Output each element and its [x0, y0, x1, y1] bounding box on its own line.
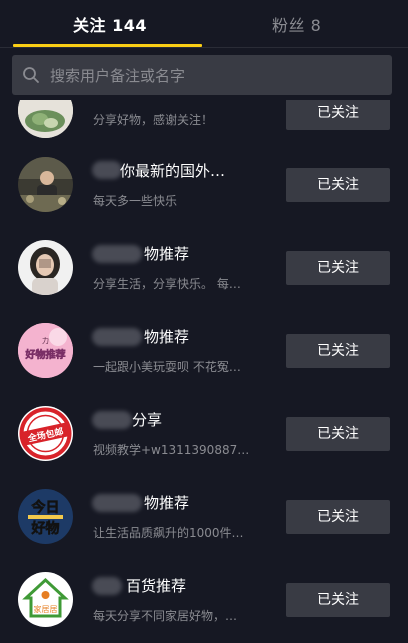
avatar-text: 好物推荐 — [25, 348, 66, 361]
redacted-name-mask — [92, 494, 142, 512]
item-name: 物推荐 — [144, 494, 190, 512]
item-desc: 一起跟小美玩耍呗 不花冤… — [93, 360, 241, 374]
redacted-name-mask — [92, 245, 142, 263]
followed-button[interactable]: 已关注 — [286, 168, 390, 202]
redacted-name-mask — [92, 328, 142, 346]
followed-button[interactable]: 已关注 — [286, 100, 390, 130]
list-item[interactable]: 家居居 百货推荐 每天分享不同家居好物，… 已关注 — [0, 567, 408, 643]
item-desc: 每天分享不同家居好物，… — [93, 609, 238, 623]
followed-button[interactable]: 已关注 — [286, 251, 390, 285]
list-item[interactable]: 今日 好物 物推荐 让生活品质飙升的1000件… 已关注 — [0, 484, 408, 567]
list-item[interactable]: 物推荐 分享生活，分享快乐。 每… 已关注 — [0, 235, 408, 318]
avatar-image: 今日 好物 — [18, 489, 73, 544]
search-placeholder: 搜索用户备注或名字 — [50, 67, 186, 85]
list-item[interactable]: 力 好物推荐 物推荐 一起跟小美玩耍呗 不花冤… 已关注 — [0, 318, 408, 401]
followed-button[interactable]: 已关注 — [286, 500, 390, 534]
item-desc: 分享生活，分享快乐。 每… — [93, 277, 241, 291]
avatar-image — [18, 100, 73, 138]
item-name: 物推荐 — [144, 245, 190, 263]
item-desc: 让生活品质飙升的1000件… — [93, 526, 244, 540]
avatar-text-bottom: 好物 — [31, 520, 60, 537]
following-list[interactable]: 分享好物，感谢关注！ 已关注 你最新的国外… 每天多一些快乐 已关注 物推荐 分… — [0, 100, 408, 643]
item-name: 百货推荐 — [126, 577, 187, 595]
avatar-text-top: 今日 — [31, 499, 60, 516]
search-input[interactable]: 搜索用户备注或名字 — [12, 55, 392, 95]
tab-bar: 关注 144 粉丝 8 — [0, 0, 408, 48]
item-name: 你最新的国外… — [120, 162, 226, 180]
item-name: 分享 — [132, 411, 163, 429]
list-item[interactable]: 全场包邮 分享 视频教学+w1311390887… 已关注 — [0, 401, 408, 484]
avatar-image: 全场包邮 — [18, 406, 73, 461]
item-desc: 视频教学+w1311390887… — [93, 443, 250, 457]
list-item[interactable]: 你最新的国外… 每天多一些快乐 已关注 — [0, 152, 408, 235]
avatar[interactable]: 家居居 — [18, 572, 73, 627]
search-icon — [23, 67, 39, 83]
avatar[interactable] — [18, 240, 73, 295]
item-desc: 每天多一些快乐 — [93, 194, 178, 208]
avatar[interactable]: 全场包邮 — [18, 406, 73, 461]
followed-button[interactable]: 已关注 — [286, 417, 390, 451]
followed-button[interactable]: 已关注 — [286, 583, 390, 617]
redacted-name-mask — [92, 577, 122, 595]
redacted-name-mask — [92, 411, 132, 429]
item-name: 物推荐 — [144, 328, 190, 346]
tab-following[interactable]: 关注 144 — [73, 12, 147, 36]
avatar-image — [18, 240, 73, 295]
avatar[interactable] — [18, 100, 73, 138]
redacted-name-mask — [92, 161, 122, 179]
avatar[interactable]: 力 好物推荐 — [18, 323, 73, 378]
avatar-image: 家居居 — [18, 572, 73, 627]
svg-text:力: 力 — [42, 336, 49, 345]
avatar-image — [18, 157, 73, 212]
tab-divider — [0, 47, 408, 48]
avatar-text: 家居居 — [34, 604, 58, 614]
list-item[interactable]: 分享好物，感谢关注！ 已关注 — [0, 100, 408, 152]
item-desc: 分享好物，感谢关注！ — [93, 113, 214, 127]
followed-button[interactable]: 已关注 — [286, 334, 390, 368]
avatar[interactable] — [18, 157, 73, 212]
tab-fans[interactable]: 粉丝 8 — [272, 12, 321, 36]
avatar-image: 力 好物推荐 — [18, 323, 73, 378]
avatar[interactable]: 今日 好物 — [18, 489, 73, 544]
